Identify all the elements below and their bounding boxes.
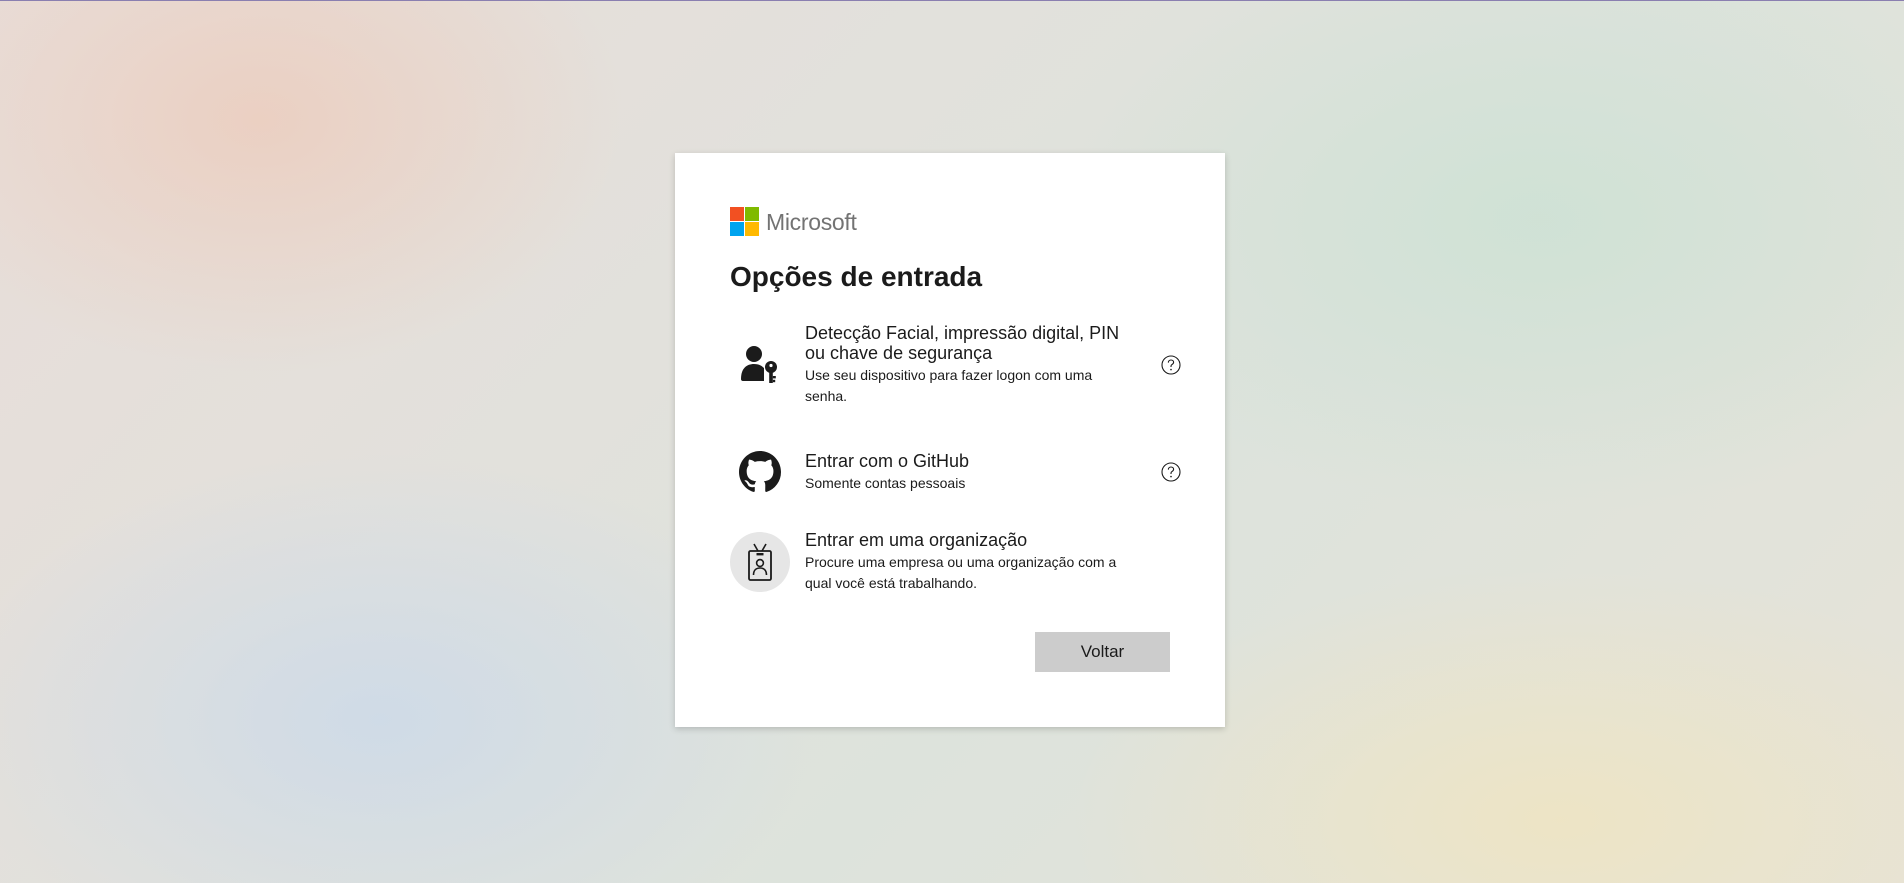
back-button[interactable]: Voltar [1035, 632, 1170, 672]
id-badge-icon [730, 532, 790, 592]
microsoft-logo-icon [730, 207, 760, 237]
sign-in-options-list: Detecção Facial, impressão digital, PIN … [730, 321, 1181, 592]
option-github[interactable]: Entrar com o GitHub Somente contas pesso… [730, 442, 1181, 502]
window-top-border [0, 0, 1904, 1]
option-title: Detecção Facial, impressão digital, PIN … [805, 323, 1120, 363]
option-text: Entrar com o GitHub Somente contas pesso… [805, 451, 1181, 494]
help-icon[interactable] [1161, 355, 1181, 375]
option-text: Entrar em uma organização Procure uma em… [805, 530, 1181, 594]
option-description: Procure uma empresa ou uma organização c… [805, 554, 1117, 591]
option-organization[interactable]: Entrar em uma organização Procure uma em… [730, 530, 1181, 594]
option-description: Somente contas pessoais [805, 474, 966, 491]
microsoft-logo: Microsoft [730, 207, 1181, 237]
github-icon [730, 442, 790, 502]
person-key-icon [730, 335, 790, 395]
option-biometric-passkey[interactable]: Detecção Facial, impressão digital, PIN … [730, 321, 1181, 409]
card-footer: Voltar [1035, 632, 1170, 672]
help-icon[interactable] [1161, 462, 1181, 482]
brand-name: Microsoft [766, 208, 857, 235]
option-title: Entrar com o GitHub [805, 450, 970, 471]
option-text: Detecção Facial, impressão digital, PIN … [805, 323, 1181, 407]
option-description: Use seu dispositivo para fazer logon com… [805, 367, 1093, 404]
sign-in-options-card: Microsoft Opções de entrada Detecção Fac… [675, 153, 1225, 727]
id-badge-circle [730, 532, 790, 592]
option-title: Entrar em uma organização [805, 530, 1028, 550]
page-title: Opções de entrada [730, 261, 983, 292]
